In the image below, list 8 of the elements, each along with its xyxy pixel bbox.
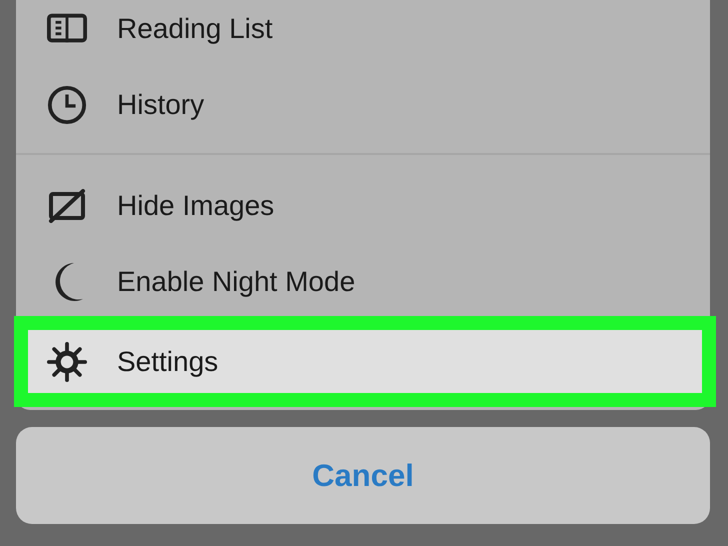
menu-item[interactable]: History [16,67,710,143]
menu-item[interactable]: Settings [14,316,716,407]
book-icon [47,13,87,45]
gear-icon [47,340,87,382]
crossed-out-square-icon [48,189,86,223]
menu-item[interactable]: Hide Images [16,168,710,244]
menu-item[interactable]: Reading List [16,0,710,67]
clock-icon [47,84,87,126]
